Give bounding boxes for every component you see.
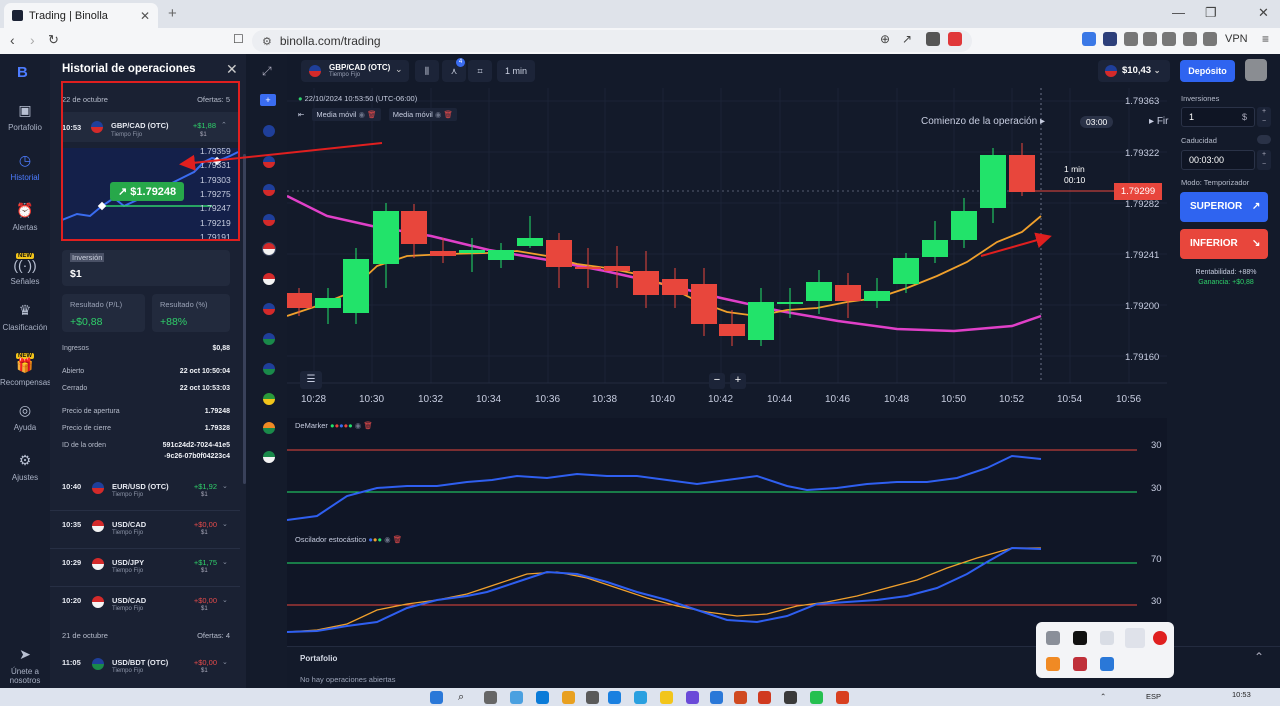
annotation-arrow	[980, 232, 1052, 257]
annotation-arrow	[179, 142, 383, 171]
annotation-arrows	[179, 142, 1052, 257]
